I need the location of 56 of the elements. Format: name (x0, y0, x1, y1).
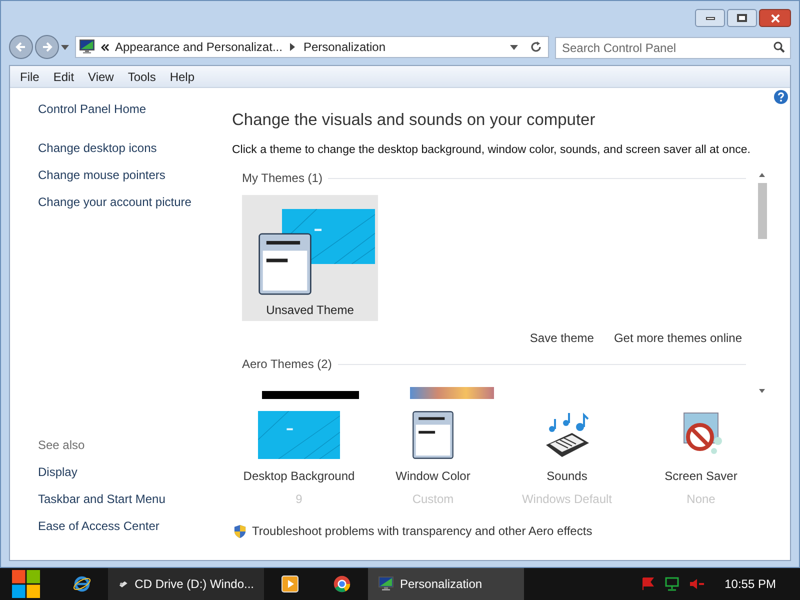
clock-text[interactable]: 10:55 PM (724, 575, 776, 593)
scroll-down-icon[interactable] (759, 389, 765, 393)
address-bar[interactable]: Appearance and Personalizat... Personalization (75, 36, 549, 58)
network-icon[interactable] (664, 577, 679, 591)
menu-item[interactable]: Tools (120, 66, 163, 87)
setting-tile[interactable]: Desktop Background 9 (232, 409, 366, 508)
sidebar-link[interactable]: Change your account picture (38, 193, 204, 211)
scroll-up-icon[interactable] (759, 173, 765, 177)
sidebar-link[interactable]: Ease of Access Center (38, 517, 204, 535)
forward-arrow-icon (41, 41, 53, 53)
breadcrumb-link[interactable]: Personalization (303, 38, 386, 56)
dropdown-icon[interactable] (61, 44, 69, 50)
see-also-heading: See also (38, 437, 86, 454)
sidebar-link[interactable]: Change desktop icons (38, 139, 204, 157)
setting-tile[interactable]: Window Color Custom (366, 409, 500, 508)
menu-item[interactable]: File (13, 66, 46, 87)
group-heading: Aero Themes (2) (242, 356, 332, 373)
forward-button[interactable] (35, 35, 59, 59)
sidebar-link[interactable]: Display (38, 463, 204, 481)
maximize-button[interactable] (727, 9, 757, 27)
dropdown-icon[interactable] (510, 44, 518, 50)
close-button[interactable] (759, 9, 791, 27)
menu-item[interactable]: Edit (46, 66, 82, 87)
back-arrow-icon (15, 41, 27, 53)
theme-tile[interactable]: Unsaved Theme (242, 195, 378, 321)
menu-item[interactable]: View (81, 66, 121, 87)
minimize-button[interactable] (695, 9, 725, 27)
description-text: Click a theme to change the desktop background, window color, sounds, and screen saver all at once. (232, 142, 752, 158)
sidebar-link[interactable]: Control Panel Home (38, 100, 204, 118)
back-button[interactable] (9, 35, 33, 59)
sidebar-link[interactable]: Change mouse pointers (38, 166, 204, 184)
arrow-icon (290, 43, 296, 51)
scroll-thumb[interactable] (758, 183, 766, 239)
group-heading: My Themes (1) (242, 170, 322, 187)
setting-tile[interactable]: Screen Saver None (634, 409, 768, 508)
taskbar-button[interactable]: Personalization (368, 568, 524, 600)
refresh-icon[interactable] (530, 41, 542, 53)
breadcrumb-link[interactable]: Appearance and Personalizat... (115, 38, 282, 56)
troubleshoot-link[interactable]: Troubleshoot problems with transparency and other Aero effects (252, 522, 592, 540)
monitor-icon (378, 576, 394, 592)
action-link[interactable]: Get more themes online (614, 329, 742, 347)
shield-icon (234, 524, 246, 538)
taskbar-button[interactable]: CD Drive (D:) Windo... (108, 568, 264, 600)
flag-icon[interactable] (640, 577, 655, 591)
help-icon[interactable] (774, 90, 788, 104)
sidebar-link[interactable]: Taskbar and Start Menu (38, 490, 204, 508)
search-field[interactable]: Search Control Panel (555, 37, 791, 59)
search-icon[interactable] (773, 41, 785, 53)
page-heading: Change the visuals and sounds on your computer (232, 110, 596, 131)
action-link[interactable]: Save theme (530, 329, 594, 347)
close-icon (770, 14, 780, 22)
menu-item[interactable]: Help (162, 66, 202, 87)
double-chevron-icon[interactable] (101, 44, 109, 50)
monitor-icon (79, 39, 95, 55)
speaker-icon[interactable] (688, 577, 705, 591)
setting-tile[interactable]: Sounds Windows Default (500, 409, 634, 508)
